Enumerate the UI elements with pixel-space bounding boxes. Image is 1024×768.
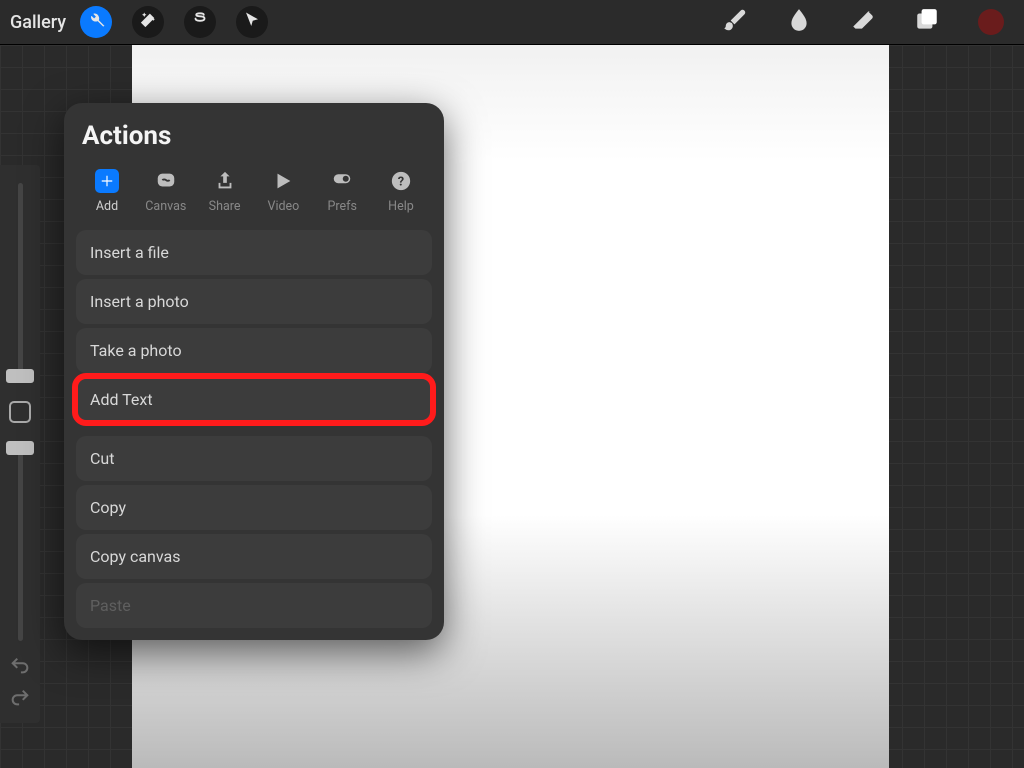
actions-menu-group-insert: Insert a file Insert a photo Take a phot…: [76, 230, 432, 422]
redo-button[interactable]: [9, 687, 31, 713]
selection-icon: [191, 11, 209, 33]
redo-icon: [9, 694, 31, 713]
undo-button[interactable]: [9, 655, 31, 681]
toggle-icon: [327, 169, 357, 193]
menu-cut[interactable]: Cut: [76, 436, 432, 481]
wrench-icon: [87, 11, 105, 33]
tab-label: Help: [388, 199, 414, 214]
actions-tab-prefs[interactable]: Prefs: [317, 169, 367, 214]
brush-icon: [722, 7, 748, 37]
actions-tab-row: Add Canvas Share Video: [76, 169, 432, 230]
tab-label: Canvas: [145, 199, 186, 214]
smudge-icon: [786, 7, 812, 37]
actions-popover: Actions Add Canvas Share: [64, 103, 444, 640]
right-tool-group: [722, 7, 1014, 37]
actions-tab-add[interactable]: Add: [82, 169, 132, 214]
tab-label: Add: [96, 199, 118, 214]
layers-icon: [914, 7, 940, 37]
tab-label: Video: [267, 199, 299, 214]
eraser-tool-button[interactable]: [850, 7, 876, 37]
menu-insert-photo[interactable]: Insert a photo: [76, 279, 432, 324]
actions-title: Actions: [82, 121, 426, 151]
color-picker-button[interactable]: [978, 9, 1004, 35]
help-icon: ?: [386, 169, 416, 193]
brush-tool-button[interactable]: [722, 7, 748, 37]
selection-s-button[interactable]: [184, 6, 216, 38]
canvas-crop-icon: [151, 169, 181, 193]
slider-thumb[interactable]: [6, 441, 34, 455]
gallery-button[interactable]: Gallery: [10, 12, 66, 33]
actions-wrench-button[interactable]: [80, 6, 112, 38]
slider-thumb[interactable]: [6, 369, 34, 383]
actions-tab-canvas[interactable]: Canvas: [141, 169, 191, 214]
cursor-arrow-icon: [243, 11, 261, 33]
actions-tab-video[interactable]: Video: [258, 169, 308, 214]
menu-add-text[interactable]: Add Text: [76, 377, 432, 422]
actions-tab-help[interactable]: ? Help: [376, 169, 426, 214]
menu-paste[interactable]: Paste: [76, 583, 432, 628]
adjustments-wand-button[interactable]: [132, 6, 164, 38]
tab-label: Prefs: [327, 199, 356, 214]
modify-button[interactable]: [9, 401, 31, 423]
top-toolbar: Gallery: [0, 0, 1024, 45]
opacity-slider[interactable]: [18, 441, 23, 641]
menu-copy-canvas[interactable]: Copy canvas: [76, 534, 432, 579]
menu-take-photo[interactable]: Take a photo: [76, 328, 432, 373]
left-sidebar: [0, 165, 40, 723]
eraser-icon: [850, 7, 876, 37]
layers-button[interactable]: [914, 7, 940, 37]
transform-arrow-button[interactable]: [236, 6, 268, 38]
actions-menu-group-clipboard: Cut Copy Copy canvas Paste: [76, 436, 432, 628]
share-icon: [210, 169, 240, 193]
menu-copy[interactable]: Copy: [76, 485, 432, 530]
plus-icon: [95, 169, 119, 193]
workspace-grid: Actions Add Canvas Share: [0, 45, 1024, 768]
menu-insert-file[interactable]: Insert a file: [76, 230, 432, 275]
tab-label: Share: [209, 199, 241, 214]
svg-text:?: ?: [398, 175, 404, 190]
smudge-tool-button[interactable]: [786, 7, 812, 37]
brush-size-slider[interactable]: [18, 183, 23, 383]
undo-icon: [9, 662, 31, 681]
actions-tab-share[interactable]: Share: [200, 169, 250, 214]
play-icon: [268, 169, 298, 193]
wand-icon: [139, 11, 157, 33]
